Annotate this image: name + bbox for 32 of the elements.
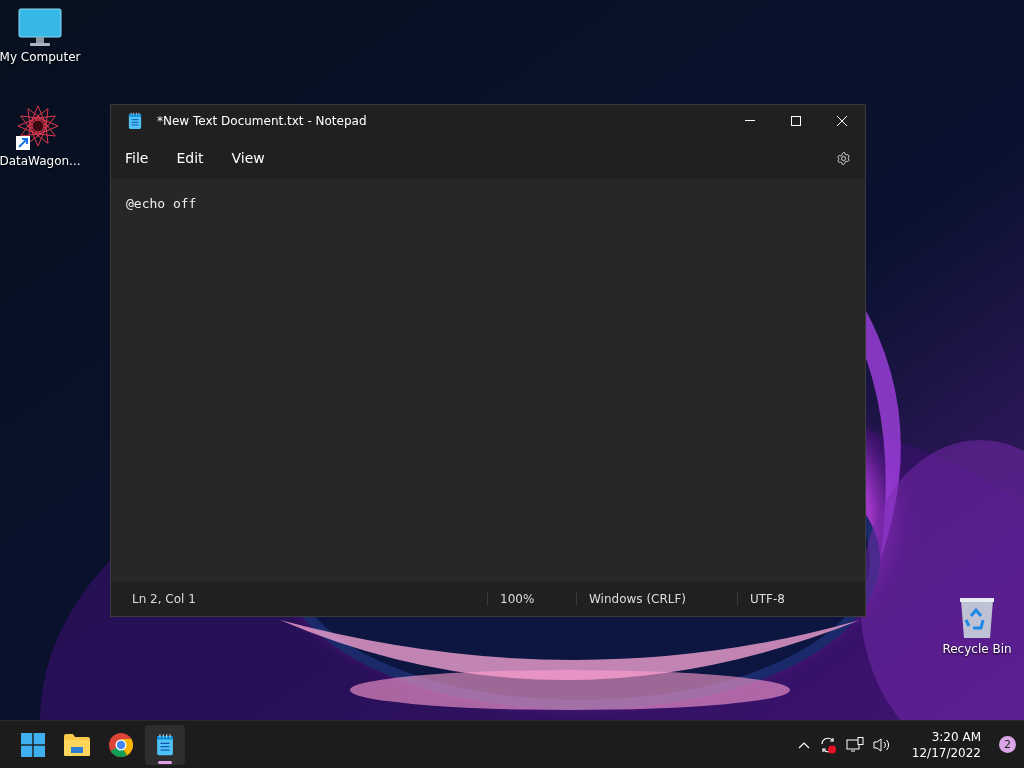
chevron-up-icon[interactable] bbox=[797, 740, 810, 749]
monitor-icon bbox=[18, 8, 62, 48]
status-bar-text: Ln 2, Col 1 bbox=[131, 592, 197, 606]
status-bar-text: UTF-8 bbox=[737, 592, 865, 606]
network-icon[interactable] bbox=[845, 736, 864, 753]
desktop-icon-label[interactable]: DataWagon... bbox=[0, 154, 81, 168]
notepad-icon bbox=[128, 112, 142, 130]
folder-icon bbox=[64, 733, 90, 756]
windows-logo-icon bbox=[21, 732, 45, 757]
status-bar-text: Windows (CRLF) bbox=[576, 592, 737, 606]
menu-item[interactable]: View bbox=[221, 146, 275, 170]
taskbar-button[interactable] bbox=[145, 724, 185, 765]
browser-icon bbox=[109, 732, 133, 757]
notepad-icon bbox=[156, 732, 174, 757]
menu-item[interactable]: Edit bbox=[166, 146, 214, 170]
status-bar-text: 100% bbox=[487, 592, 576, 606]
settings-icon[interactable] bbox=[836, 150, 851, 166]
clock-date: 12/17/2022 bbox=[911, 744, 981, 761]
clock-time: 3:20 AM bbox=[931, 728, 981, 745]
sync-icon[interactable] bbox=[818, 735, 837, 754]
maximize-icon bbox=[791, 116, 801, 126]
close-icon bbox=[837, 116, 847, 126]
recycle-bin-icon bbox=[957, 596, 997, 640]
window-title: *New Text Document.txt - Notepad bbox=[157, 114, 368, 128]
notification-badge[interactable]: 2 bbox=[999, 736, 1016, 753]
clock[interactable]: 3:20 AM 12/17/2022 bbox=[911, 728, 981, 761]
editor-text: @echo off bbox=[126, 196, 197, 211]
desktop-icon-label[interactable]: My Computer bbox=[0, 50, 81, 64]
desktop-icon-label[interactable]: Recycle Bin bbox=[942, 642, 1012, 656]
menu-item[interactable]: File bbox=[115, 146, 159, 170]
volume-icon[interactable] bbox=[872, 736, 891, 753]
minimize-icon bbox=[745, 120, 755, 122]
